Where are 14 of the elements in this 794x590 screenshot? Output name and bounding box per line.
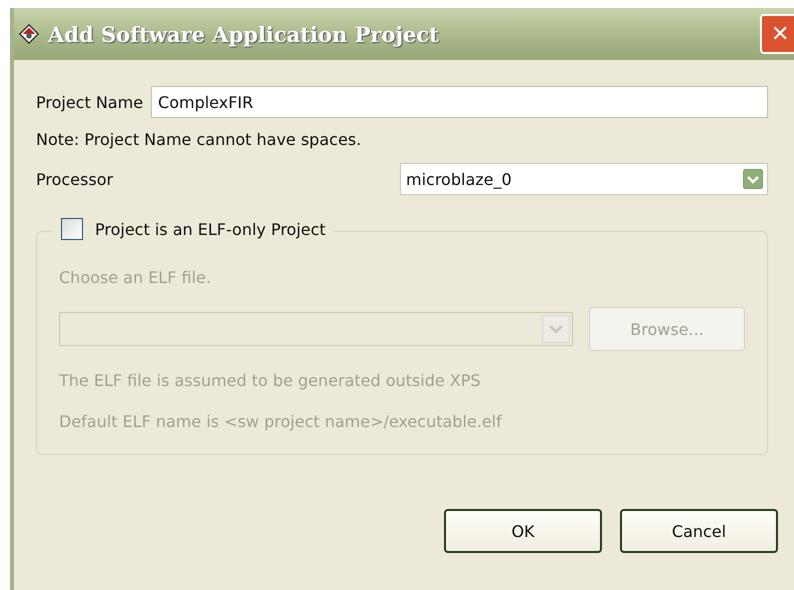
processor-dropdown[interactable]: microblaze_0 [400, 163, 768, 195]
field-label: Processor [36, 170, 114, 188]
window-title: Add Software Application Project [48, 22, 439, 46]
cancel-button[interactable]: Cancel [620, 509, 778, 553]
note-text: Note: Project Name cannot have spaces. [36, 130, 362, 149]
choose-file-label: Choose an ELF file. [59, 268, 212, 287]
info-text: The ELF file is assumed to be generated outside XPS [59, 371, 482, 390]
ok-button[interactable]: OK [444, 509, 602, 553]
close-button[interactable]: ✕ [760, 14, 794, 54]
field-label: Project Name [36, 92, 144, 112]
project-name-field[interactable]: ComplexFIR [151, 86, 768, 118]
elf-file-dropdown[interactable] [59, 312, 573, 346]
info-text: Default ELF name is <sw project name>/executable.elf [59, 412, 503, 431]
diamond-logo-icon [18, 23, 40, 45]
